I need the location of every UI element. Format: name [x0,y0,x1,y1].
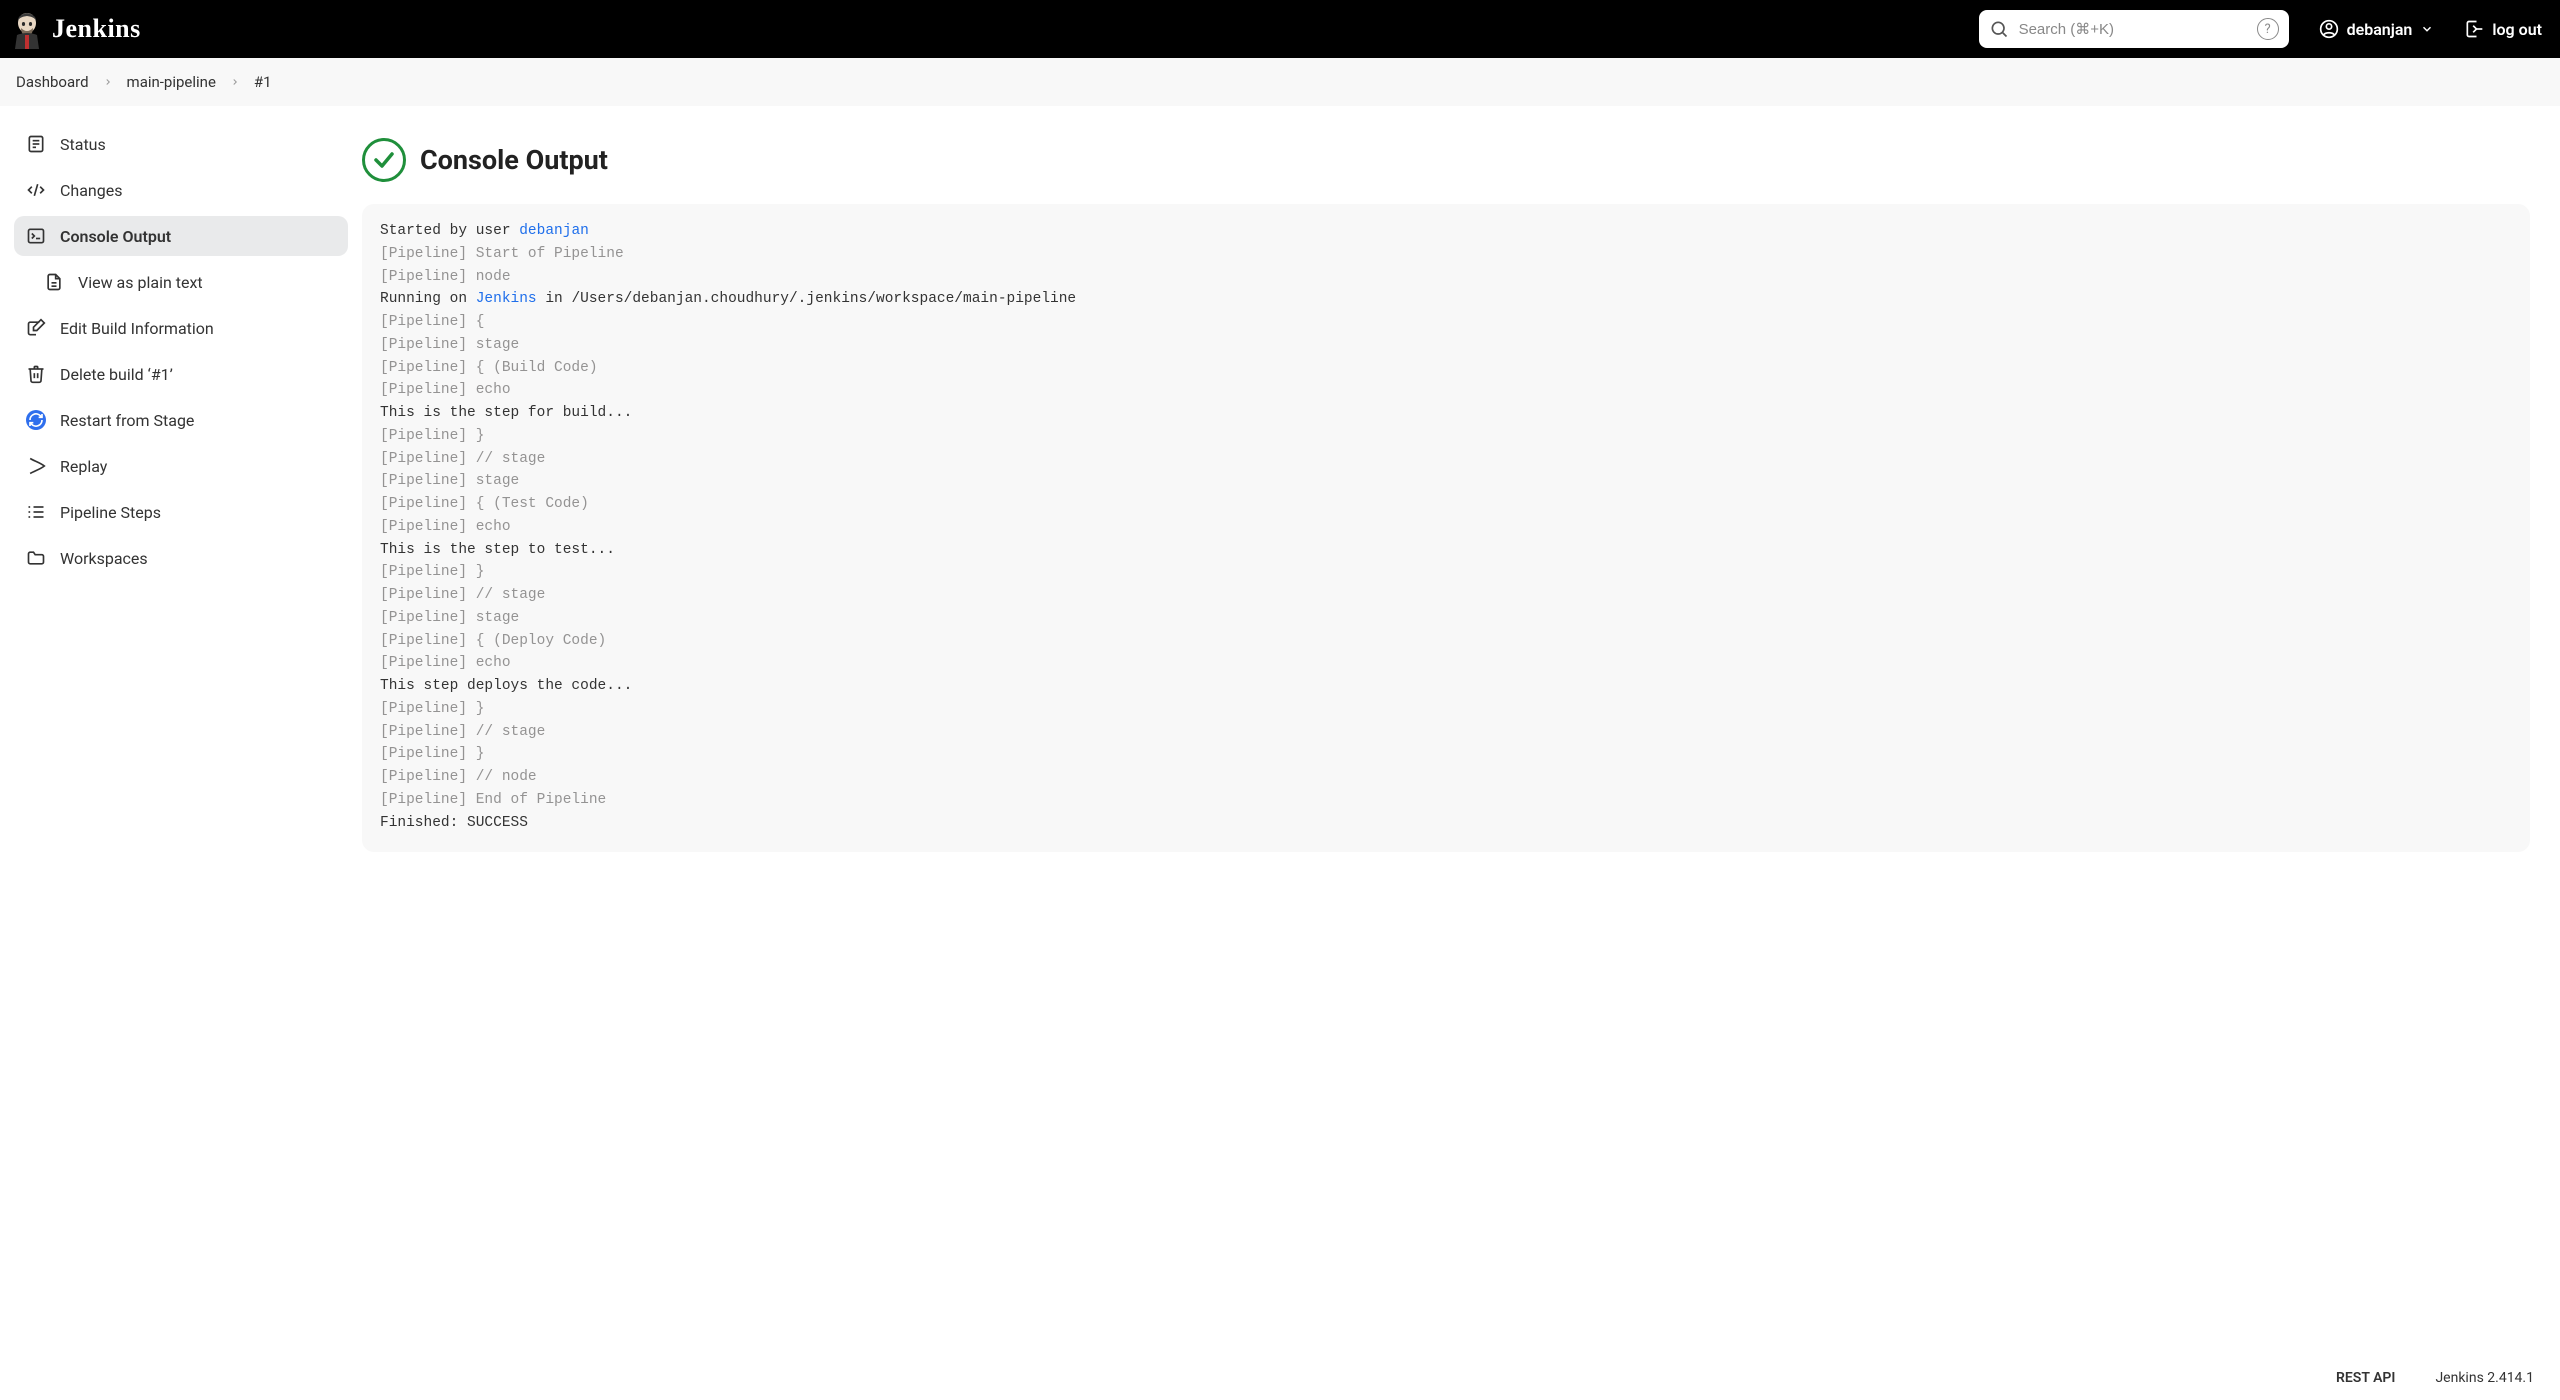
logout-label: log out [2492,20,2542,39]
user-menu[interactable]: debanjan [2319,19,2435,39]
sidebar-item-deletebuild[interactable]: Delete build ‘#1’ [14,354,348,394]
main-content: Console Output Started by user debanjan … [362,114,2560,1356]
rest-api-link[interactable]: REST API [2336,1370,2395,1386]
sidebar-item-console[interactable]: Console Output [14,216,348,256]
console-log: Started by user debanjan [Pipeline] Star… [380,220,2512,834]
console-link[interactable]: debanjan [519,223,589,239]
build-success-icon [362,138,406,182]
sidebar: Status Changes Console Output View as plain… [0,114,362,1356]
page-title: Console Output [420,144,608,176]
jenkins-logo-icon [12,9,42,49]
sidebar-item-label: Status [60,135,106,154]
sidebar-item-replay[interactable]: Replay [14,446,348,486]
breadcrumb-item[interactable]: Dashboard [16,73,89,91]
page-footer: REST API Jenkins 2.414.1 [0,1356,2560,1400]
sidebar-item-changes[interactable]: Changes [14,170,348,210]
logout-link[interactable]: log out [2464,19,2542,39]
chevron-right-icon [103,73,113,91]
search-icon [1989,19,2009,39]
sidebar-item-label: Pipeline Steps [60,503,161,522]
sidebar-item-plaintext[interactable]: View as plain text [14,262,348,302]
jenkins-version-label: Jenkins 2.414.1 [2435,1370,2534,1386]
sidebar-item-label: Restart from Stage [60,411,194,430]
terminal-icon [26,226,46,246]
brand-name: Jenkins [52,14,141,44]
restart-icon [26,410,46,430]
code-icon [26,180,46,200]
console-link[interactable]: Jenkins [476,291,537,307]
trash-icon [26,364,46,384]
sidebar-item-label: Changes [60,181,123,200]
sidebar-item-restartstage[interactable]: Restart from Stage [14,400,348,440]
breadcrumb-item[interactable]: main-pipeline [127,73,216,91]
sidebar-item-label: Edit Build Information [60,319,214,338]
forward-icon [26,456,46,476]
logout-icon [2464,19,2484,39]
sidebar-item-label: Workspaces [60,549,148,568]
chevron-down-icon [2420,22,2434,36]
sidebar-item-label: Console Output [60,227,171,246]
sidebar-item-label: Replay [60,457,107,476]
edit-icon [26,318,46,338]
sidebar-item-status[interactable]: Status [14,124,348,164]
brand-home-link[interactable]: Jenkins [12,9,141,49]
sidebar-item-label: View as plain text [78,273,203,292]
user-avatar-icon [2319,19,2339,39]
breadcrumb-item[interactable]: #1 [254,73,272,91]
chevron-right-icon [230,73,240,91]
top-header-bar: Jenkins ? debanjan log o [0,0,2560,58]
help-icon[interactable]: ? [2257,18,2279,40]
sidebar-item-workspaces[interactable]: Workspaces [14,538,348,578]
list-icon [26,502,46,522]
folder-icon [26,548,46,568]
console-output-panel: Started by user debanjan [Pipeline] Star… [362,204,2530,852]
sidebar-item-label: Delete build ‘#1’ [60,365,173,384]
username-label: debanjan [2347,20,2413,39]
document-icon [26,134,46,154]
sidebar-item-editbuild[interactable]: Edit Build Information [14,308,348,348]
breadcrumb: Dashboard main-pipeline #1 [0,58,2560,106]
search-input[interactable] [2017,20,2249,39]
sidebar-item-pipelinesteps[interactable]: Pipeline Steps [14,492,348,532]
file-text-icon [44,272,64,292]
global-search[interactable]: ? [1979,10,2289,48]
